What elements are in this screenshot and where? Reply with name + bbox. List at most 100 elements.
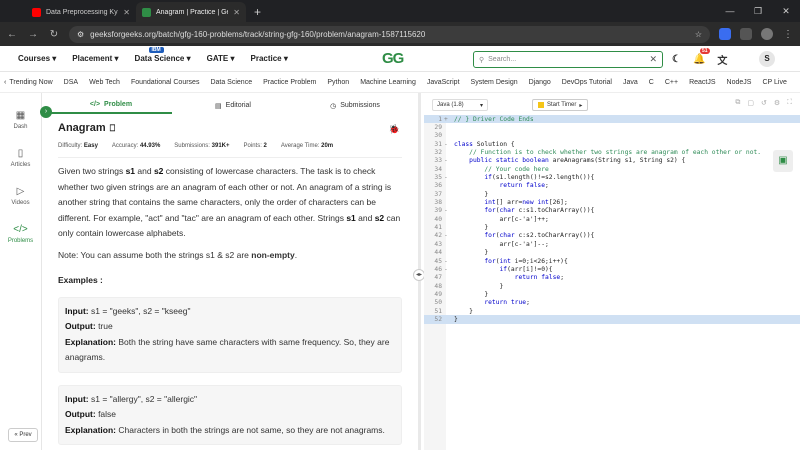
trend-item[interactable]: ReactJS [689, 79, 715, 86]
trend-item[interactable]: Django [529, 79, 551, 86]
code-line[interactable]: 47 return false; [424, 274, 800, 282]
copy-icon[interactable]: ⧉ [735, 99, 740, 107]
language-select[interactable]: Java (1.8) ▾ [432, 99, 488, 111]
browser-tab-active[interactable]: Anagram | Practice | GeeksforG ✕ [136, 2, 246, 22]
close-tab-icon[interactable]: ✕ [123, 8, 130, 17]
report-bug-icon[interactable]: 🐞 [389, 124, 400, 135]
trend-item[interactable]: C++ [665, 79, 678, 86]
url-field[interactable]: ⚙ geeksforgeeks.org/batch/gfg-160-proble… [69, 25, 710, 43]
fullscreen-icon[interactable]: ⛶ [787, 99, 792, 107]
code-line[interactable]: 43 arr[c-'a']--; [424, 240, 800, 248]
avatar[interactable]: S [759, 51, 775, 67]
sidebar-item-dash[interactable]: ▦ Dash [0, 101, 41, 139]
tab-editorial[interactable]: ▤ Editorial [172, 97, 294, 114]
code-editor[interactable]: 1 +// } Driver Code Ends 29 30 31- class Solu… [424, 115, 800, 324]
trend-item[interactable]: DSA [64, 79, 78, 86]
close-tab-icon[interactable]: ✕ [233, 8, 240, 17]
left-sidebar: ▦ Dash ▯ Articles ▷ Videos </> Problems … [0, 93, 42, 450]
scroll-left-icon[interactable]: ‹ [4, 79, 6, 86]
code-line[interactable]: 52} [424, 315, 800, 324]
profile-icon[interactable] [761, 28, 773, 40]
trend-item[interactable]: DevOps Tutorial [562, 79, 612, 86]
trend-item[interactable]: Data Science [210, 79, 252, 86]
trend-item[interactable]: System Design [471, 79, 518, 86]
chat-icon[interactable]: ▣ [773, 150, 793, 172]
code-line[interactable]: 33- public static boolean areAnagrams(St… [424, 157, 800, 165]
code-line[interactable]: 46- if(arr[i]!=0){ [424, 265, 800, 273]
code-line[interactable]: 48 } [424, 282, 800, 290]
search-input[interactable]: ⚲ Search... ✕ [473, 51, 663, 68]
code-line[interactable]: 29 [424, 123, 800, 131]
settings-icon[interactable]: ⚙ [774, 99, 780, 107]
code-line[interactable]: 41 } [424, 223, 800, 231]
bookmark-star-icon[interactable]: ☆ [695, 30, 702, 39]
code-line[interactable]: 38 int[] arr=new int[26]; [424, 198, 800, 206]
clear-search-icon[interactable]: ✕ [649, 54, 657, 65]
sidebar-item-problems[interactable]: </> Problems [0, 215, 41, 253]
tab-submissions[interactable]: ◷ Submissions [294, 97, 416, 114]
notification-bell-icon[interactable]: 🔔 [693, 54, 705, 65]
line-number: 41 [434, 224, 442, 232]
translate-icon[interactable]: 文 [717, 52, 727, 67]
code-line[interactable]: 1 +// } Driver Code Ends [424, 115, 800, 124]
reset-icon[interactable]: ↺ [761, 99, 767, 107]
trend-item[interactable]: Practice Problem [263, 79, 316, 86]
nav-gate[interactable]: GATE ▾ [207, 54, 235, 63]
code-line[interactable]: 32 // Function is to check whether two s… [424, 148, 800, 156]
dark-mode-icon[interactable]: ☾ [672, 54, 681, 65]
nav-data-science[interactable]: IBM Data Science ▾ [135, 47, 191, 63]
nav-courses[interactable]: Courses ▾ [18, 54, 56, 63]
gfg-logo[interactable]: GG [382, 50, 404, 67]
code-line[interactable]: 44 } [424, 249, 800, 257]
trend-item[interactable]: C [649, 79, 654, 86]
new-tab-icon[interactable]: + [254, 2, 261, 22]
code-line[interactable]: 50 return true; [424, 299, 800, 307]
prev-button[interactable]: « Prev [8, 428, 38, 442]
extension-icon[interactable] [740, 28, 752, 40]
code-line[interactable]: 51 } [424, 307, 800, 315]
code-line[interactable]: 31- class Solution { [424, 140, 800, 148]
url-text: geeksforgeeks.org/batch/gfg-160-problems… [90, 29, 426, 39]
trend-item[interactable]: CP Live [762, 79, 786, 86]
code-line[interactable]: 40 arr[c-'a']++; [424, 215, 800, 223]
paste-icon[interactable]: ▢ [747, 99, 754, 107]
nav-practice[interactable]: Practice ▾ [251, 54, 288, 63]
trend-item[interactable]: JavaScript [427, 79, 460, 86]
code-line[interactable]: 30 [424, 132, 800, 140]
trend-item[interactable]: Machine Learning [360, 79, 416, 86]
bookmark-icon[interactable]: ⎕ [110, 123, 115, 134]
trend-item[interactable]: Foundational Courses [131, 79, 200, 86]
code-line[interactable]: 35- if(s1.length()!=s2.length()){ [424, 173, 800, 181]
code-line[interactable]: 36 return false; [424, 182, 800, 190]
trend-item[interactable]: Web Tech [89, 79, 120, 86]
back-icon[interactable]: ← [6, 29, 18, 40]
line-number: 49 [434, 290, 442, 298]
browser-tab[interactable]: Data Preprocessing Kya Hai? | T ✕ [26, 2, 136, 22]
menu-icon[interactable]: ⋮ [782, 29, 794, 40]
reload-icon[interactable]: ↻ [48, 29, 60, 40]
close-window-icon[interactable]: ✕ [772, 0, 800, 22]
forward-icon[interactable]: → [27, 29, 39, 40]
trend-item[interactable]: Trending Now [9, 79, 52, 86]
sidebar-item-articles[interactable]: ▯ Articles [0, 139, 41, 177]
trend-item[interactable]: Python [327, 79, 349, 86]
extension-icon[interactable] [719, 28, 731, 40]
code-line[interactable]: 42- for(char c:s2.toCharArray()){ [424, 232, 800, 240]
articles-icon: ▯ [17, 148, 24, 159]
minimize-icon[interactable]: — [716, 0, 744, 22]
start-timer-button[interactable]: Start Timer ▸ [532, 99, 589, 111]
code-text: return true; [484, 299, 530, 307]
code-line[interactable]: 34 // Your code here [424, 165, 800, 173]
trend-item[interactable]: NodeJS [727, 79, 752, 86]
code-text: } [454, 249, 489, 257]
sidebar-item-videos[interactable]: ▷ Videos [0, 177, 41, 215]
code-line[interactable]: 37 } [424, 190, 800, 198]
tab-problem[interactable]: </> Problem [50, 97, 172, 114]
code-line[interactable]: 45- for(int i=0;i<26;i++){ [424, 257, 800, 265]
nav-placement[interactable]: Placement ▾ [72, 54, 118, 63]
code-line[interactable]: 49 } [424, 290, 800, 298]
code-line[interactable]: 39- for(char c:s1.toCharArray()){ [424, 207, 800, 215]
maximize-icon[interactable]: ❐ [744, 0, 772, 22]
site-info-icon[interactable]: ⚙ [77, 30, 84, 39]
trend-item[interactable]: Java [623, 79, 638, 86]
